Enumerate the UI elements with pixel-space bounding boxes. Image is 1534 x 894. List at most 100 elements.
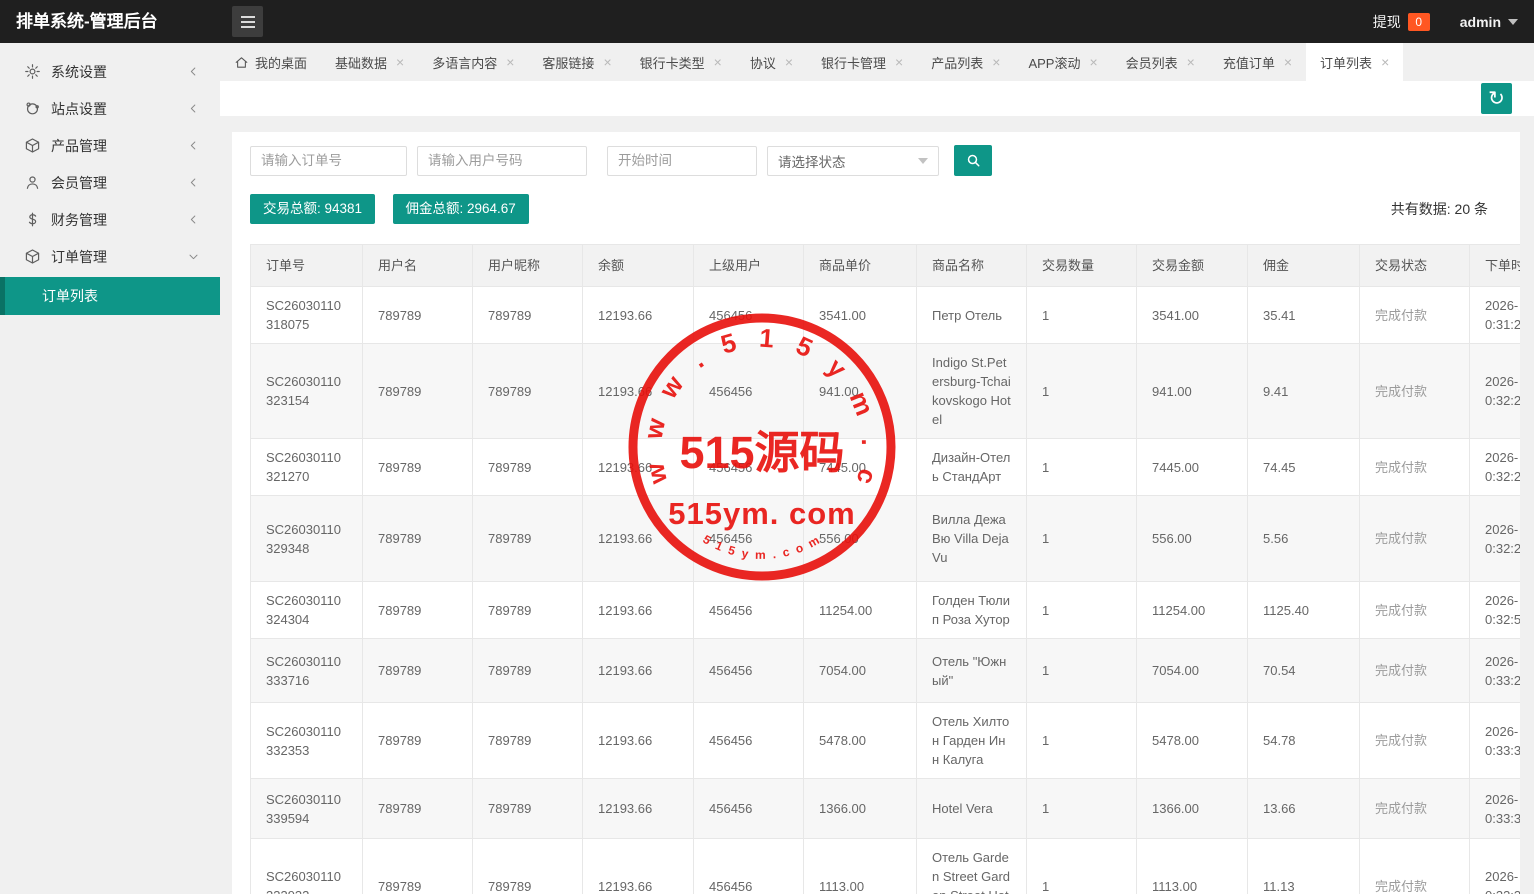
tab[interactable]: 订单列表 × — [1306, 43, 1403, 81]
cell-commission: 74.45 — [1248, 439, 1360, 496]
cell-quantity: 1 — [1027, 344, 1137, 439]
sidebar-item[interactable]: 会员管理 — [0, 164, 220, 201]
total-count-label: 共有数据: 20 条 — [1391, 194, 1488, 224]
member-icon — [24, 174, 41, 191]
close-icon[interactable]: × — [1381, 55, 1389, 69]
close-icon[interactable]: × — [992, 55, 1000, 69]
cell-nickname: 789789 — [473, 496, 583, 582]
cell-order-time: 2026- 0:33:3 — [1470, 779, 1521, 839]
tab[interactable]: 会员列表 × — [1112, 43, 1209, 81]
tab[interactable]: 基础数据 × — [321, 43, 418, 81]
withdraw-link[interactable]: 提现 — [1373, 12, 1401, 32]
close-icon[interactable]: × — [603, 55, 611, 69]
cell-status: 完成付款 — [1360, 496, 1470, 582]
cell-username: 789789 — [363, 639, 473, 703]
tab[interactable]: 客服链接 × — [528, 43, 625, 81]
cell-parent-user: 456456 — [694, 496, 804, 582]
cell-username: 789789 — [363, 779, 473, 839]
product-icon — [24, 137, 41, 154]
cell-username: 789789 — [363, 287, 473, 344]
cell-amount: 941.00 — [1137, 344, 1248, 439]
cell-unit-price: 11254.00 — [804, 582, 917, 639]
refresh-button[interactable]: ↻ — [1481, 83, 1512, 114]
caret-down-icon — [1508, 19, 1518, 30]
close-icon[interactable]: × — [785, 55, 793, 69]
sidebar-item[interactable]: 订单管理 — [0, 238, 220, 275]
cell-amount: 7054.00 — [1137, 639, 1248, 703]
app: 排单系统-管理后台 提现 0 admin 系统设置 站点设置 — [0, 0, 1534, 894]
cell-parent-user: 456456 — [694, 839, 804, 894]
tab[interactable]: 产品列表 × — [917, 43, 1014, 81]
start-time-input[interactable] — [607, 146, 757, 176]
sidebar-item[interactable]: 财务管理 — [0, 201, 220, 238]
tab[interactable]: 多语言内容 × — [418, 43, 528, 81]
close-icon[interactable]: × — [506, 55, 514, 69]
cell-product-name: Петр Отель — [917, 287, 1027, 344]
content-card: 请选择状态 交易总额: 94381 佣金总额: 2964.67 共有数据: 20… — [232, 132, 1520, 894]
admin-username: admin — [1460, 14, 1501, 30]
cell-amount: 3541.00 — [1137, 287, 1248, 344]
cell-status: 完成付款 — [1360, 639, 1470, 703]
sidebar-subitem-order-list[interactable]: 订单列表 — [0, 277, 220, 315]
menu-toggle-button[interactable] — [232, 6, 263, 37]
cell-order-time: 2026- 0:32:2 — [1470, 439, 1521, 496]
cell-quantity: 1 — [1027, 639, 1137, 703]
cell-balance: 12193.66 — [583, 779, 694, 839]
main-area: 请选择状态 交易总额: 94381 佣金总额: 2964.67 共有数据: 20… — [220, 116, 1534, 894]
user-no-input[interactable] — [417, 146, 587, 176]
cell-commission: 13.66 — [1248, 779, 1360, 839]
close-icon[interactable]: × — [1187, 55, 1195, 69]
cell-quantity: 1 — [1027, 779, 1137, 839]
admin-menu[interactable]: admin — [1460, 14, 1518, 30]
sidebar-item[interactable]: 站点设置 — [0, 90, 220, 127]
order-icon — [24, 248, 41, 265]
close-icon[interactable]: × — [396, 55, 404, 69]
cell-status: 完成付款 — [1360, 439, 1470, 496]
cell-nickname: 789789 — [473, 703, 583, 779]
tab[interactable]: APP滚动 × — [1014, 43, 1111, 81]
cell-balance: 12193.66 — [583, 639, 694, 703]
cell-order-time: 2026- 0:31:2 — [1470, 287, 1521, 344]
tab[interactable]: 银行卡类型 × — [626, 43, 736, 81]
close-icon[interactable]: × — [1089, 55, 1097, 69]
cell-commission: 11.13 — [1248, 839, 1360, 894]
cell-product-name: Голден Тюлип Роза Хутор — [917, 582, 1027, 639]
sidebar-item[interactable]: 产品管理 — [0, 127, 220, 164]
sidebar-item[interactable]: 系统设置 — [0, 53, 220, 90]
chevron-left-icon — [187, 139, 200, 152]
cell-parent-user: 456456 — [694, 779, 804, 839]
total-commission-badge: 佣金总额: 2964.67 — [393, 194, 529, 224]
toolbar: ↻ — [220, 81, 1534, 116]
column-header: 用户名 — [363, 245, 473, 287]
chevron-left-icon — [187, 65, 200, 78]
close-icon[interactable]: × — [1284, 55, 1292, 69]
tab[interactable]: 银行卡管理 × — [807, 43, 917, 81]
tab[interactable]: 充值订单 × — [1209, 43, 1306, 81]
cell-parent-user: 456456 — [694, 439, 804, 496]
cell-parent-user: 456456 — [694, 582, 804, 639]
cell-balance: 12193.66 — [583, 703, 694, 779]
close-icon[interactable]: × — [714, 55, 722, 69]
cell-amount: 11254.00 — [1137, 582, 1248, 639]
cell-nickname: 789789 — [473, 439, 583, 496]
cell-order-no: SC26030110324304 — [251, 582, 363, 639]
close-icon[interactable]: × — [895, 55, 903, 69]
cell-unit-price: 7054.00 — [804, 639, 917, 703]
table-header-row: 订单号 用户名 用户昵称 余额 上级用户 商品单价 商品名称 — [251, 245, 1521, 287]
column-header: 交易数量 — [1027, 245, 1137, 287]
cell-product-name: Отель "Южный" — [917, 639, 1027, 703]
cell-quantity: 1 — [1027, 287, 1137, 344]
order-no-input[interactable] — [250, 146, 407, 176]
cell-status: 完成付款 — [1360, 839, 1470, 894]
cell-username: 789789 — [363, 582, 473, 639]
top-header: 排单系统-管理后台 提现 0 admin — [0, 0, 1534, 43]
cell-order-no: SC26030110333932 — [251, 839, 363, 894]
status-select[interactable]: 请选择状态 — [767, 146, 939, 176]
search-button[interactable] — [954, 145, 992, 176]
column-header: 商品单价 — [804, 245, 917, 287]
filter-bar: 请选择状态 — [250, 145, 1520, 176]
tab-home[interactable]: 我的桌面 — [220, 43, 321, 81]
cell-balance: 12193.66 — [583, 496, 694, 582]
tab[interactable]: 协议 × — [736, 43, 807, 81]
table-row: SC26030110333932 789789 789789 12193.66 … — [251, 839, 1521, 894]
